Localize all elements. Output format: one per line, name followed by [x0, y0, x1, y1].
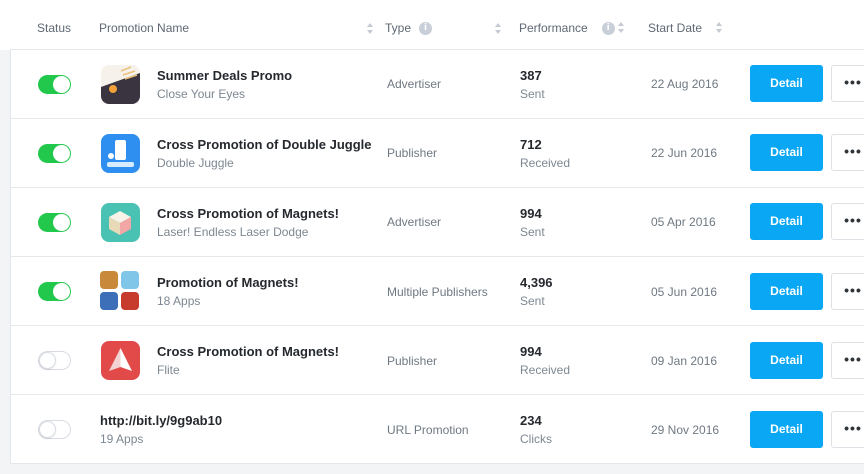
column-performance[interactable]: Performance i	[519, 21, 625, 35]
more-options-button[interactable]: •••	[831, 203, 864, 240]
table-row: Cross Promotion of Magnets! Flite Publis…	[11, 326, 864, 395]
promotions-table: Summer Deals Promo Close Your Eyes Adver…	[10, 49, 864, 464]
toggle-knob	[53, 145, 70, 162]
sort-name-icon[interactable]	[366, 23, 374, 35]
promotion-app: Double Juggle	[157, 156, 234, 170]
sort-type-icon[interactable]	[494, 23, 502, 35]
column-start-date[interactable]: Start Date	[648, 21, 723, 35]
performance-metric: Sent	[520, 294, 545, 308]
promotion-app: Close Your Eyes	[157, 87, 246, 101]
type-info-icon[interactable]: i	[419, 21, 433, 35]
toggle-knob	[39, 352, 56, 369]
performance-info-icon[interactable]: i	[601, 21, 615, 35]
column-performance-label: Performance	[519, 21, 588, 35]
table-row: Promotion of Magnets! 18 Apps Multiple P…	[11, 257, 864, 326]
more-options-button[interactable]: •••	[831, 273, 864, 310]
performance-count: 712	[520, 137, 542, 152]
table-row: http://bit.ly/9g9ab10 19 Apps URL Promot…	[11, 395, 864, 464]
sort-date-icon[interactable]	[715, 22, 723, 34]
performance-count: 994	[520, 344, 542, 359]
performance-metric: Received	[520, 156, 571, 170]
column-start-date-label: Start Date	[648, 21, 703, 35]
performance-count: 234	[520, 413, 542, 428]
performance-count: 994	[520, 206, 542, 221]
toggle-knob	[53, 283, 70, 300]
table-row: Summer Deals Promo Close Your Eyes Adver…	[11, 50, 864, 119]
app-thumb-icon	[100, 271, 118, 289]
column-status: Status	[37, 21, 71, 35]
column-name-label: Promotion Name	[99, 21, 190, 35]
laser-app-icon	[101, 203, 140, 242]
start-date: 29 Nov 2016	[651, 423, 720, 437]
promotion-app: 19 Apps	[100, 432, 144, 446]
detail-button[interactable]: Detail	[750, 134, 823, 171]
start-date: 22 Aug 2016	[651, 77, 719, 91]
promotion-type: Publisher	[387, 146, 438, 160]
status-toggle[interactable]	[38, 420, 71, 439]
start-date: 05 Jun 2016	[651, 285, 718, 299]
promotion-name[interactable]: Summer Deals Promo	[157, 68, 292, 83]
multi-app-icon	[100, 271, 140, 311]
column-status-label: Status	[37, 21, 72, 35]
detail-button[interactable]: Detail	[750, 342, 823, 379]
promotion-type: Advertiser	[387, 77, 442, 91]
table-row: Cross Promotion of Double Juggle Double …	[11, 119, 864, 188]
performance-metric: Sent	[520, 225, 545, 239]
promotion-name[interactable]: Promotion of Magnets!	[157, 275, 299, 290]
app-thumb-icon	[121, 292, 139, 310]
status-toggle[interactable]	[38, 213, 71, 232]
promotion-app: 18 Apps	[157, 294, 201, 308]
flite-app-icon	[101, 341, 140, 380]
status-toggle[interactable]	[38, 282, 71, 301]
detail-button[interactable]: Detail	[750, 273, 823, 310]
performance-count: 387	[520, 68, 542, 83]
status-toggle[interactable]	[38, 351, 71, 370]
column-type[interactable]: Type i	[385, 21, 433, 35]
column-promotion-name[interactable]: Promotion Name	[99, 21, 189, 35]
app-thumb-icon	[100, 292, 118, 310]
close-your-eyes-app-icon	[101, 65, 140, 104]
sort-performance-icon[interactable]	[617, 22, 625, 34]
promotion-type: Publisher	[387, 354, 438, 368]
more-options-button[interactable]: •••	[831, 411, 864, 448]
performance-metric: Sent	[520, 87, 545, 101]
promotion-name[interactable]: Cross Promotion of Magnets!	[157, 206, 339, 221]
start-date: 05 Apr 2016	[651, 215, 716, 229]
promotion-type: URL Promotion	[387, 423, 469, 437]
more-options-button[interactable]: •••	[831, 134, 864, 171]
promotion-name[interactable]: Cross Promotion of Double Juggle	[157, 137, 372, 152]
double-juggle-app-icon	[101, 134, 140, 173]
promotion-name[interactable]: Cross Promotion of Magnets!	[157, 344, 339, 359]
start-date: 22 Jun 2016	[651, 146, 718, 160]
table-header: Status Promotion Name Type i Performance i…	[0, 0, 864, 50]
detail-button[interactable]: Detail	[750, 411, 823, 448]
status-toggle[interactable]	[38, 144, 71, 163]
column-type-label: Type	[385, 21, 412, 35]
toggle-knob	[53, 214, 70, 231]
start-date: 09 Jan 2016	[651, 354, 718, 368]
more-options-button[interactable]: •••	[831, 342, 864, 379]
detail-button[interactable]: Detail	[750, 203, 823, 240]
app-thumb-icon	[121, 271, 139, 289]
promotion-type: Advertiser	[387, 215, 442, 229]
promotion-app: Flite	[157, 363, 180, 377]
status-toggle[interactable]	[38, 75, 71, 94]
promotion-type: Multiple Publishers	[387, 285, 488, 299]
promotion-app: Laser! Endless Laser Dodge	[157, 225, 309, 239]
performance-count: 4,396	[520, 275, 553, 290]
toggle-knob	[53, 76, 70, 93]
more-options-button[interactable]: •••	[831, 65, 864, 102]
table-row: Cross Promotion of Magnets! Laser! Endle…	[11, 188, 864, 257]
performance-metric: Clicks	[520, 432, 552, 446]
toggle-knob	[39, 421, 56, 438]
performance-metric: Received	[520, 363, 571, 377]
detail-button[interactable]: Detail	[750, 65, 823, 102]
promotion-url[interactable]: http://bit.ly/9g9ab10	[100, 413, 222, 428]
